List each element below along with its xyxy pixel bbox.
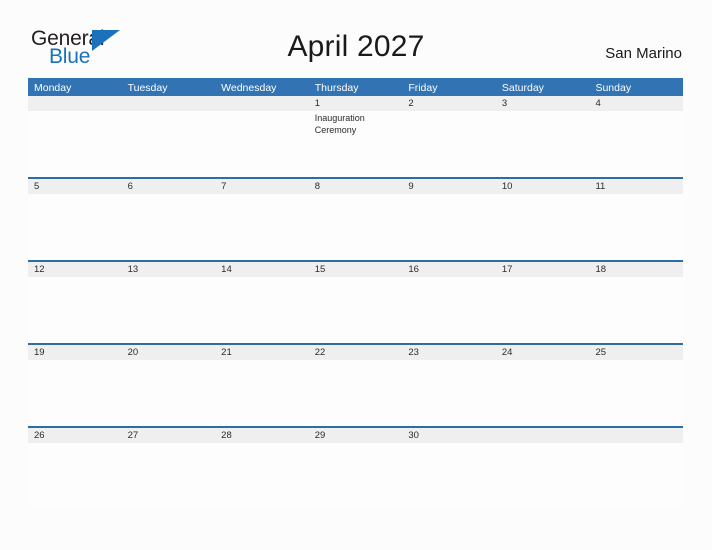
day-number: 26: [28, 428, 122, 443]
calendar-day-cell-empty: [28, 96, 122, 177]
day-number: [495, 428, 590, 443]
weekday-header-row: Monday Tuesday Wednesday Thursday Friday Satu…: [28, 78, 683, 96]
calendar-day-cell[interactable]: 16: [402, 262, 496, 343]
calendar-day-cell-empty: [495, 428, 590, 509]
calendar-day-cell[interactable]: 12: [28, 262, 122, 343]
calendar-day-cell[interactable]: 8: [308, 179, 403, 260]
day-number: 29: [308, 428, 403, 443]
day-number: [215, 96, 309, 111]
calendar-week-row: 1 Inauguration Ceremony 2 3 4: [28, 96, 684, 177]
day-number: 17: [495, 262, 590, 277]
calendar-day-cell[interactable]: 26: [28, 428, 122, 509]
day-number: 14: [215, 262, 309, 277]
weekday-header-friday: Friday: [408, 82, 438, 94]
weekday-header-wednesday: Wednesday: [221, 82, 277, 94]
calendar-week-row: 5 6 7 8 9 10 11: [28, 177, 684, 260]
weekday-header-saturday: Saturday: [501, 82, 544, 94]
calendar-grid: Monday Tuesday Wednesday Thursday Friday Satu…: [28, 78, 684, 509]
calendar-day-cell[interactable]: 20: [121, 345, 216, 426]
calendar-day-cell[interactable]: 30: [402, 428, 496, 509]
day-number: 25: [589, 345, 684, 360]
day-number: 6: [121, 179, 216, 194]
region-label: San Marino: [605, 45, 682, 62]
day-number: [589, 428, 684, 443]
day-number: 27: [121, 428, 216, 443]
calendar-day-cell[interactable]: 11: [589, 179, 684, 260]
day-number: 24: [495, 345, 590, 360]
day-number: 23: [402, 345, 496, 360]
day-number: 15: [308, 262, 403, 277]
day-number: 12: [28, 262, 122, 277]
weekday-header-tuesday: Tuesday: [127, 82, 168, 94]
weekday-header-sunday: Sunday: [595, 82, 632, 94]
weekday-header-thursday: Thursday: [314, 82, 359, 94]
calendar-day-cell[interactable]: 13: [121, 262, 216, 343]
calendar-day-cell[interactable]: 15: [308, 262, 403, 343]
calendar-day-cell[interactable]: 25: [589, 345, 684, 426]
calendar-day-cell[interactable]: 7: [215, 179, 309, 260]
day-number: 7: [215, 179, 309, 194]
day-number: 9: [402, 179, 496, 194]
calendar-day-cell[interactable]: 24: [495, 345, 590, 426]
weekday-header-monday: Monday: [34, 82, 72, 94]
calendar-day-cell-empty: [215, 96, 309, 177]
day-number: 4: [589, 96, 684, 111]
day-events: Inauguration Ceremony: [309, 111, 403, 136]
day-number: 10: [495, 179, 590, 194]
calendar-day-cell-empty: [121, 96, 216, 177]
calendar-day-cell[interactable]: 19: [28, 345, 122, 426]
day-number: 30: [402, 428, 496, 443]
calendar-day-cell[interactable]: 5: [28, 179, 122, 260]
day-number: 11: [589, 179, 684, 194]
calendar-day-cell[interactable]: 14: [215, 262, 309, 343]
calendar-day-cell[interactable]: 1 Inauguration Ceremony: [308, 96, 403, 177]
calendar-day-cell[interactable]: 9: [402, 179, 496, 260]
day-number: 18: [589, 262, 684, 277]
calendar-week-row: 26 27 28 29 30: [28, 426, 684, 509]
day-number: [121, 96, 216, 111]
day-number: 8: [308, 179, 403, 194]
event-label: Inauguration Ceremony: [314, 113, 365, 135]
day-number: 20: [121, 345, 216, 360]
day-number: 3: [495, 96, 590, 111]
day-number: 1: [308, 96, 403, 111]
calendar-day-cell[interactable]: 17: [495, 262, 590, 343]
calendar-page: General Blue April 2027 San Marino Monda…: [0, 0, 712, 550]
calendar-week-row: 12 13 14 15 16 17 18: [28, 260, 684, 343]
calendar-day-cell[interactable]: 28: [215, 428, 309, 509]
day-number: 19: [28, 345, 122, 360]
day-number: 13: [121, 262, 216, 277]
calendar-week-row: 19 20 21 22 23 24 25: [28, 343, 684, 426]
calendar-day-cell[interactable]: 3: [495, 96, 590, 177]
calendar-day-cell[interactable]: 22: [308, 345, 403, 426]
day-number: 16: [402, 262, 496, 277]
calendar-day-cell[interactable]: 21: [215, 345, 309, 426]
day-number: [28, 96, 122, 111]
calendar-day-cell[interactable]: 27: [121, 428, 216, 509]
calendar-day-cell[interactable]: 2: [402, 96, 496, 177]
calendar-day-cell[interactable]: 6: [121, 179, 216, 260]
calendar-day-cell[interactable]: 29: [308, 428, 403, 509]
calendar-day-cell[interactable]: 18: [589, 262, 684, 343]
day-number: 22: [308, 345, 403, 360]
calendar-day-cell[interactable]: 23: [402, 345, 496, 426]
day-number: 5: [28, 179, 122, 194]
calendar-weeks: 1 Inauguration Ceremony 2 3 4 5 6 7 8 9 10 11 12 13 14…: [28, 96, 684, 509]
calendar-day-cell-empty: [589, 428, 684, 509]
day-number: 28: [215, 428, 309, 443]
calendar-day-cell[interactable]: 10: [495, 179, 590, 260]
page-header: General Blue April 2027 San Marino: [0, 0, 712, 74]
day-number: 2: [402, 96, 496, 111]
day-number: 21: [215, 345, 309, 360]
calendar-day-cell[interactable]: 4: [589, 96, 684, 177]
